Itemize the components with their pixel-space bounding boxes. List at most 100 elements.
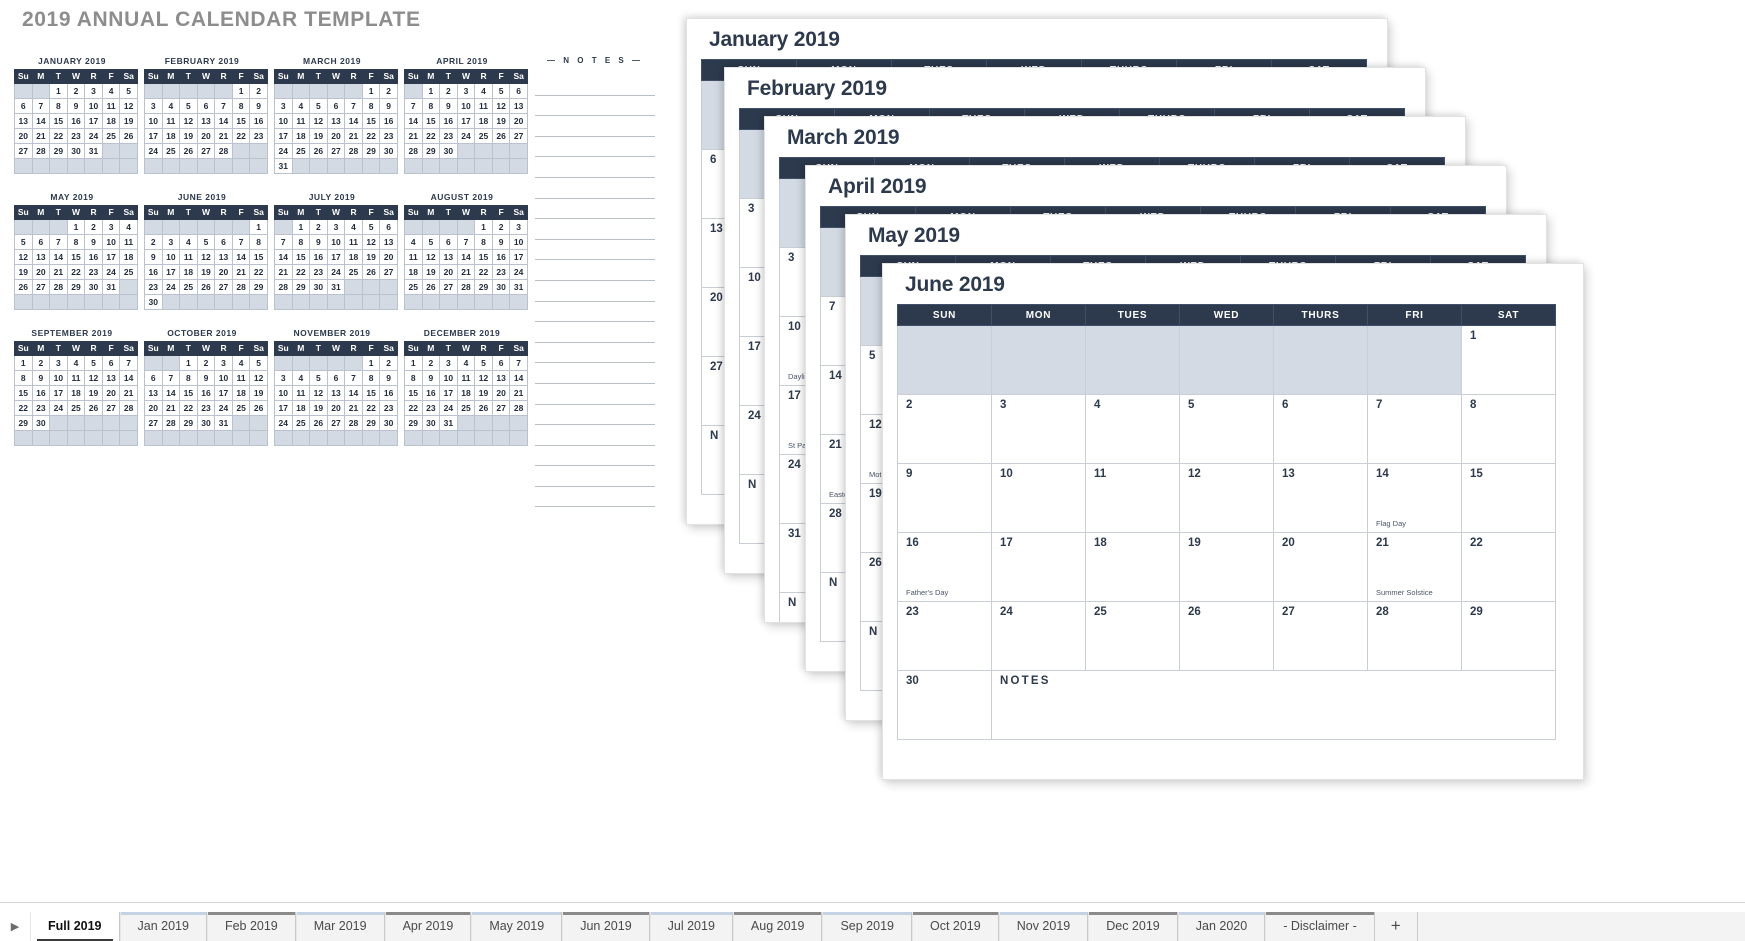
mini-calendar[interactable]: DECEMBER 2019 Su M T W R F Sa 1 2 3 4 5 6 7 8 9 10 11 12 13 1… [404, 328, 528, 446]
active-day-cell[interactable]: 23 [897, 601, 992, 671]
mini-day-cell[interactable]: 4 [404, 234, 423, 250]
mini-day-cell[interactable]: 20 [379, 249, 398, 265]
note-line[interactable] [535, 405, 655, 426]
note-line[interactable] [535, 281, 655, 302]
mini-day-cell[interactable]: 2 [66, 83, 86, 99]
mini-day-cell[interactable]: 7 [231, 234, 251, 250]
mini-day-cell[interactable]: 12 [179, 113, 198, 129]
mini-day-cell[interactable]: 20 [196, 128, 216, 144]
mini-day-cell[interactable]: 21 [119, 385, 138, 401]
sheet-tab-jan-2020[interactable]: Jan 2020 [1177, 912, 1266, 941]
mini-day-cell[interactable]: 28 [344, 415, 363, 431]
mini-day-cell[interactable]: 31 [101, 279, 121, 295]
mini-day-cell[interactable]: 7 [49, 234, 68, 250]
mini-day-cell[interactable]: 7 [344, 370, 363, 386]
mini-day-cell[interactable]: 24 [456, 128, 476, 144]
mini-day-cell[interactable]: 11 [474, 98, 493, 114]
mini-day-cell[interactable]: 23 [491, 264, 511, 280]
mini-day-cell[interactable]: 16 [66, 113, 86, 129]
mini-day-cell[interactable]: 19 [309, 400, 328, 416]
mini-day-cell[interactable]: 18 [344, 249, 363, 265]
mini-day-cell[interactable]: 6 [196, 98, 216, 114]
mini-day-cell[interactable]: 18 [291, 400, 311, 416]
note-line[interactable] [535, 425, 655, 446]
mini-day-cell[interactable]: 24 [161, 279, 181, 295]
mini-day-cell[interactable]: 25 [456, 400, 476, 416]
mini-day-cell[interactable]: 28 [404, 143, 423, 159]
mini-day-cell[interactable]: 8 [14, 370, 33, 386]
mini-day-cell[interactable]: 5 [14, 234, 33, 250]
mini-day-cell[interactable]: 6 [379, 219, 398, 235]
mini-day-cell[interactable]: 25 [66, 400, 86, 416]
sheet-tab-sep-2019[interactable]: Sep 2019 [822, 912, 912, 941]
mini-day-cell[interactable]: 23 [379, 128, 398, 144]
mini-day-cell[interactable]: 11 [231, 370, 251, 386]
mini-day-cell[interactable]: 9 [196, 370, 216, 386]
mini-day-cell[interactable]: 23 [379, 400, 398, 416]
mini-day-cell[interactable]: 9 [421, 370, 441, 386]
mini-day-cell[interactable]: 28 [231, 279, 251, 295]
mini-day-cell[interactable]: 15 [361, 385, 381, 401]
mini-day-cell[interactable]: 20 [31, 264, 51, 280]
mini-day-cell[interactable]: 16 [379, 113, 398, 129]
mini-day-cell[interactable]: 12 [14, 249, 33, 265]
active-day-cell[interactable]: 5 [1179, 394, 1274, 464]
mini-calendar[interactable]: NOVEMBER 2019 Su M T W R F Sa 1 2 3 4 5 6 7 8 9 10 11 12 13 1… [274, 328, 398, 446]
mini-day-cell[interactable]: 13 [439, 249, 458, 265]
mini-day-cell[interactable]: 11 [101, 98, 121, 114]
mini-day-cell[interactable]: 30 [309, 279, 328, 295]
mini-day-cell[interactable]: 30 [196, 415, 216, 431]
mini-day-cell[interactable]: 6 [509, 83, 528, 99]
mini-day-cell[interactable]: 16 [31, 385, 51, 401]
mini-day-cell[interactable]: 30 [421, 415, 441, 431]
note-line[interactable] [535, 240, 655, 261]
mini-day-cell[interactable]: 3 [84, 83, 103, 99]
sheet-tab-jun-2019[interactable]: Jun 2019 [562, 912, 650, 941]
mini-day-cell[interactable]: 19 [421, 264, 441, 280]
mini-day-cell[interactable]: 11 [404, 249, 423, 265]
mini-day-cell[interactable]: 11 [291, 385, 311, 401]
mini-day-cell[interactable]: 25 [231, 400, 251, 416]
sheet-tab-oct-2019[interactable]: Oct 2019 [911, 912, 999, 941]
mini-day-cell[interactable]: 2 [84, 219, 103, 235]
mini-day-cell[interactable]: 4 [456, 355, 476, 371]
mini-day-cell[interactable]: 22 [361, 128, 381, 144]
mini-day-cell[interactable]: 25 [291, 143, 311, 159]
tab-scroll-right-icon[interactable]: ▶ [0, 911, 30, 941]
mini-day-cell[interactable]: 9 [439, 98, 458, 114]
mini-day-cell[interactable]: 26 [119, 128, 138, 144]
mini-day-cell[interactable]: 17 [84, 113, 103, 129]
mini-calendar[interactable]: SEPTEMBER 2019 Su M T W R F Sa 1 2 3 4 5 6 7 8 9 10 11 12 13… [14, 328, 138, 446]
mini-day-cell[interactable]: 30 [84, 279, 103, 295]
sheet-tab-full-2019[interactable]: Full 2019 [30, 912, 120, 941]
mini-day-cell[interactable]: 23 [309, 264, 328, 280]
mini-day-cell[interactable]: 27 [379, 264, 398, 280]
mini-day-cell[interactable]: 16 [249, 113, 268, 129]
mini-day-cell[interactable]: 7 [31, 98, 51, 114]
mini-day-cell[interactable]: 13 [509, 98, 528, 114]
mini-day-cell[interactable]: 8 [404, 370, 423, 386]
mini-day-cell[interactable]: 14 [274, 249, 293, 265]
mini-day-cell[interactable]: 22 [49, 128, 68, 144]
active-day-cell[interactable]: 10 [991, 463, 1086, 533]
active-day-cell[interactable]: 14 Flag Day [1367, 463, 1462, 533]
mini-day-cell[interactable]: 13 [196, 113, 216, 129]
mini-day-cell[interactable]: 1 [49, 83, 68, 99]
mini-day-cell[interactable]: 27 [491, 400, 511, 416]
mini-day-cell[interactable]: 2 [379, 83, 398, 99]
mini-day-cell[interactable]: 10 [509, 234, 528, 250]
mini-day-cell[interactable]: 6 [31, 234, 51, 250]
mini-day-cell[interactable]: 28 [161, 415, 181, 431]
note-line[interactable] [535, 137, 655, 158]
mini-day-cell[interactable]: 21 [344, 400, 363, 416]
mini-day-cell[interactable]: 14 [214, 113, 233, 129]
sheet-tab-jan-2019[interactable]: Jan 2019 [119, 912, 207, 941]
mini-day-cell[interactable]: 10 [326, 234, 346, 250]
mini-day-cell[interactable]: 22 [421, 128, 441, 144]
active-day-cell[interactable]: 13 [1273, 463, 1368, 533]
mini-day-cell[interactable]: 15 [66, 249, 86, 265]
mini-day-cell[interactable]: 12 [474, 370, 493, 386]
mini-day-cell[interactable]: 25 [101, 128, 121, 144]
mini-day-cell[interactable]: 10 [274, 113, 293, 129]
mini-day-cell[interactable]: 15 [421, 113, 441, 129]
